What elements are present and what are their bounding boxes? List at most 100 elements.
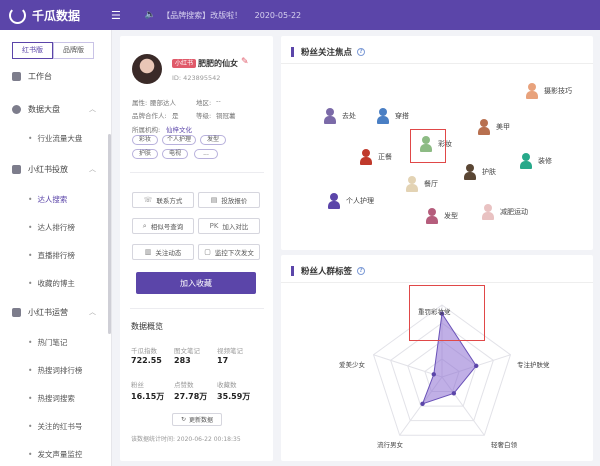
tag[interactable]: 电视 bbox=[162, 149, 188, 159]
focus-item[interactable]: 个人护理 bbox=[327, 193, 374, 209]
tag[interactable]: 个人护理 bbox=[162, 135, 196, 145]
platform-badge: 小红书 bbox=[172, 59, 197, 68]
tag[interactable]: 发型 bbox=[200, 135, 226, 145]
tag[interactable]: 护肤 bbox=[132, 149, 158, 159]
sidebar-item-hot-words-rank[interactable]: 热搜词排行榜 bbox=[0, 358, 110, 382]
focus-item[interactable]: 穿搭 bbox=[376, 108, 409, 124]
button-label: 关注动态 bbox=[155, 249, 182, 257]
updated-time: 该数据统计时间: 2020-06-22 00:18:35 bbox=[131, 436, 241, 443]
focus-item[interactable]: 护肤 bbox=[463, 164, 496, 180]
notice-date: 2020-05-22 bbox=[254, 10, 302, 20]
sidebar-item-label: 工作台 bbox=[28, 71, 52, 81]
add-favorite-button[interactable]: 加入收藏 bbox=[136, 272, 256, 294]
chart-icon: ▥ bbox=[144, 248, 152, 256]
monitor-icon: ▢ bbox=[204, 248, 211, 256]
focus-item-label: 发型 bbox=[444, 212, 458, 220]
focus-item-label: 装修 bbox=[538, 157, 552, 165]
person-icon bbox=[425, 208, 439, 224]
contact-button[interactable]: ☏ 联系方式 bbox=[132, 192, 194, 208]
sidebar-item-live-rank[interactable]: 直播排行榜 bbox=[0, 243, 110, 267]
person-icon bbox=[525, 83, 539, 99]
button-label: 投放报价 bbox=[221, 197, 248, 205]
sidebar-item-monitor[interactable]: 发文声量监控 bbox=[0, 442, 110, 466]
profile-card: 小红书 肥肥的仙女 ✎ ID: 423895542 属性: 腰部达人 地区: -… bbox=[120, 36, 273, 461]
sidebar-item-hot-notes[interactable]: 热门笔记 bbox=[0, 330, 110, 354]
focus-item-label: 正餐 bbox=[378, 153, 392, 161]
sidebar-scrollbar[interactable] bbox=[108, 134, 111, 334]
logo[interactable]: 千瓜数据 bbox=[9, 6, 99, 24]
stat-value: 17 bbox=[217, 356, 229, 365]
sidebar-item-search-kol[interactable]: 达人搜索 bbox=[0, 187, 110, 211]
focus-item[interactable]: 装修 bbox=[519, 153, 552, 169]
agency-label: 所属机构: bbox=[132, 126, 161, 134]
radar-axis-label: 专注护肤党 bbox=[517, 361, 550, 369]
focus-item[interactable]: 美甲 bbox=[477, 119, 510, 135]
tag-more[interactable]: ... bbox=[194, 149, 218, 159]
focus-item[interactable]: 减肥运动 bbox=[481, 204, 528, 220]
focus-item[interactable]: 餐厅 bbox=[405, 176, 438, 192]
search-icon: ⌕ bbox=[142, 221, 147, 230]
refresh-button[interactable]: ↻ 更新数据 bbox=[172, 413, 222, 426]
person-icon bbox=[376, 108, 390, 124]
focus-item[interactable]: 去处 bbox=[323, 108, 356, 124]
chat-icon bbox=[12, 307, 21, 317]
segment-brand[interactable]: 品牌版 bbox=[53, 42, 94, 59]
sidebar-item-workbench[interactable]: 工作台 bbox=[0, 64, 110, 88]
sidebar-item-operation[interactable]: 小红书运营 ︿ bbox=[0, 300, 110, 324]
profile-id: ID: 423895542 bbox=[172, 74, 221, 82]
person-icon bbox=[359, 149, 373, 165]
focus-item[interactable]: 摄影技巧 bbox=[525, 83, 572, 99]
sidebar-item-label: 小红书投放 bbox=[28, 164, 68, 174]
sidebar-item-favorites[interactable]: 收藏的博主 bbox=[0, 271, 110, 295]
monitor-button[interactable]: ▢ 监控下次发文 bbox=[198, 244, 260, 260]
sidebar-item-kol-rank[interactable]: 达人排行榜 bbox=[0, 215, 110, 239]
compare-button[interactable]: PK 加入对比 bbox=[198, 218, 260, 234]
segment-xhs[interactable]: 红书版 bbox=[12, 42, 53, 59]
pin-icon[interactable]: ✎ bbox=[241, 57, 249, 67]
level-label: 等级: bbox=[196, 112, 212, 120]
help-icon[interactable]: ? bbox=[357, 48, 366, 56]
menu-toggle-icon[interactable]: ☰ bbox=[111, 9, 121, 22]
highlight-box bbox=[409, 285, 485, 341]
radar-point bbox=[451, 391, 457, 396]
focus-item[interactable]: 正餐 bbox=[359, 149, 392, 165]
logo-icon bbox=[9, 6, 26, 24]
chevron-up-icon: ︿ bbox=[89, 165, 96, 173]
follow-button[interactable]: ▥ 关注动态 bbox=[132, 244, 194, 260]
tag[interactable]: 彩妆 bbox=[132, 135, 158, 145]
similar-button[interactable]: ⌕ 相似号查询 bbox=[132, 218, 194, 234]
attr-value: 腰部达人 bbox=[150, 99, 176, 107]
button-label: 监控下次发文 bbox=[214, 249, 254, 257]
sidebar-item-followed[interactable]: 关注的红书号 bbox=[0, 414, 110, 438]
sidebar-item-dashboard[interactable]: 数据大盘 ︿ bbox=[0, 97, 110, 121]
region-value: -- bbox=[216, 97, 221, 105]
chevron-up-icon: ︿ bbox=[89, 308, 96, 316]
brand-label: 品牌合作人: bbox=[132, 112, 167, 120]
stat-label: 收藏数 bbox=[217, 381, 237, 389]
quote-button[interactable]: ▤ 投放报价 bbox=[198, 192, 260, 208]
avatar bbox=[132, 54, 162, 84]
sidebar-item-placement[interactable]: 小红书投放 ︿ bbox=[0, 157, 110, 181]
stat-value: 722.55 bbox=[131, 356, 162, 365]
sidebar-item-hot-words-search[interactable]: 热搜词搜索 bbox=[0, 386, 110, 410]
stat-value: 35.59万 bbox=[217, 392, 251, 401]
divider bbox=[130, 172, 264, 173]
fan-tags-card: 粉丝人群标签? 重罚彩妆党 专注护肤党 轻奢白领 流行男女 爱美少女 bbox=[281, 255, 593, 461]
sidebar-item-industry[interactable]: 行业流量大盘 bbox=[0, 126, 110, 150]
refresh-icon: ↻ bbox=[180, 416, 186, 423]
focus-item-label: 个人护理 bbox=[346, 197, 374, 205]
pk-icon: PK bbox=[209, 222, 219, 230]
top-bar: 千瓜数据 ☰ 🔈 【品牌搜索】改版啦！ 2020-05-22 bbox=[0, 0, 600, 30]
notice[interactable]: 【品牌搜索】改版啦！ 2020-05-22 bbox=[162, 10, 301, 21]
radar-point bbox=[474, 363, 479, 369]
focus-item[interactable]: 发型 bbox=[425, 208, 458, 224]
overview-title: 数据概览 bbox=[131, 322, 163, 331]
region-label: 地区: bbox=[196, 99, 212, 107]
divider bbox=[281, 63, 593, 64]
title-text: 粉丝关注焦点 bbox=[301, 48, 353, 58]
button-label: 更新数据 bbox=[189, 417, 214, 424]
person-icon bbox=[477, 119, 491, 135]
grid-icon bbox=[12, 71, 21, 81]
focus-item-label: 护肤 bbox=[482, 168, 496, 176]
agency-link[interactable]: 仙梓文化 bbox=[166, 126, 192, 134]
